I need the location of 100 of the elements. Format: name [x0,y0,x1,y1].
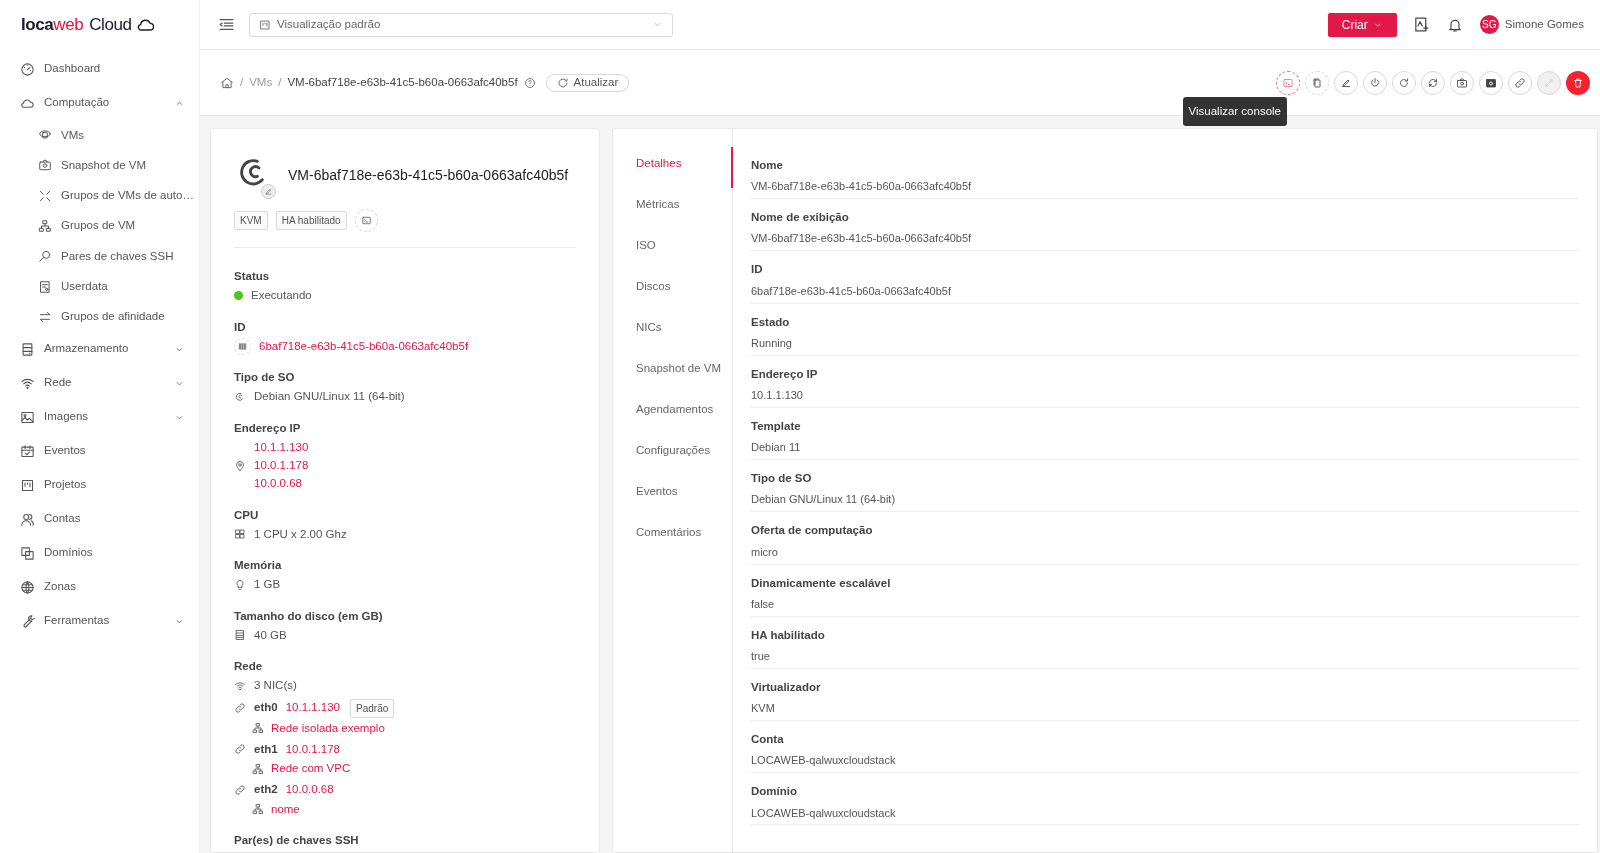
detail-label: Endereço IP [751,366,819,382]
detail-value: VM-6baf718e-e63b-41c5-b60a-0663afc40b5f [751,179,973,195]
detail-value: VM-6baf718e-e63b-41c5-b60a-0663afc40b5f [751,231,973,247]
terminal-icon [1282,76,1294,89]
detail-label: Nome de exibição [751,210,850,226]
bulb-icon [234,578,246,591]
sidebar-subitem[interactable]: Grupos de VM [0,210,199,242]
swap-arrows-icon [38,309,52,324]
sidebar-subitem[interactable]: Grupos de afinidade [0,301,199,333]
detail-value: LOCAWEB-qalwuxcloudstack [751,805,897,821]
tab[interactable]: Detalhes [613,147,733,188]
wifi-icon [234,679,246,692]
field-value: 1 GB [254,577,281,593]
sidebar-item[interactable]: Computação [0,86,199,120]
detail-label: Conta [751,732,785,748]
view-select[interactable]: Visualização padrão [249,12,673,37]
gauge-icon [20,61,35,77]
tab[interactable]: ISO [613,229,733,270]
sidebar-item[interactable]: Eventos [0,434,199,469]
sidebar-item[interactable]: Ferramentas [0,604,199,639]
sidebar-subitem[interactable]: Grupos de VMs de auto… [0,180,199,211]
user-name[interactable]: Simone Gomes [1504,15,1584,34]
menu-collapse-icon[interactable] [218,16,235,33]
field-value: 3 NIC(s) [254,678,297,694]
sidebar-item[interactable]: Contas [0,502,199,537]
field-label: Memória [234,558,283,573]
grid-icon [234,528,246,541]
field-value: 40 GB [254,627,287,643]
calendar-icon [20,443,35,459]
sidebar-subitem[interactable]: VMs [0,120,199,151]
detail-label: Oferta de computação [751,523,874,539]
detail-value: 6baf718e-e63b-41c5-b60a-0663afc40b5f [751,283,952,299]
sidebar-item[interactable]: Domínios [0,536,199,571]
hierarchy-icon [252,722,264,735]
breadcrumb-separator: / [240,74,244,90]
ip-link[interactable]: 10.0.1.178 [254,457,309,475]
id-link[interactable]: 6baf718e-e63b-41c5-b60a-0663afc40b5f [259,337,469,355]
detail-value: Debian GNU/Linux 11 (64-bit) [751,492,897,508]
sidebar-item[interactable]: Projetos [0,468,199,503]
sidebar-item[interactable]: Imagens [0,400,199,435]
field-label: Rede [234,659,264,674]
detail-value: KVM [751,701,776,717]
detail-label: ID [751,262,764,278]
reload-icon [1398,76,1410,89]
tab[interactable]: Configurações [613,434,733,475]
logo-text: loca [21,14,54,37]
tab[interactable]: Comentários [613,516,733,557]
field-label: CPU [234,507,260,523]
sidebar-item[interactable]: Zonas [0,570,199,605]
logo-text: web [53,14,84,37]
detail-label: Tipo de SO [751,471,813,487]
ip-link[interactable]: 10.1.1.130 [285,699,340,717]
ip-link[interactable]: 10.0.1.178 [285,740,340,758]
tab[interactable]: Métricas [613,188,733,229]
tab[interactable]: Eventos [613,475,733,516]
network-link[interactable]: Rede isolada exemplo [271,719,385,737]
tag: Padrão [350,698,395,718]
overlapping-squares-icon [20,545,35,561]
detail-value: micro [751,544,779,560]
tab[interactable]: Discos [613,270,733,311]
detail-value: Running [751,335,793,351]
copy-icon [1311,76,1323,89]
detail-value: true [751,648,771,664]
nic-name: eth1 [254,741,278,757]
nic-name: eth2 [254,782,278,798]
field-label: ID [234,319,247,335]
help-icon [523,76,536,89]
home-icon[interactable] [220,75,234,90]
tab[interactable]: Snapshot de VM [613,352,733,393]
ip-link[interactable]: 10.1.1.130 [254,438,309,456]
expand-arrows-icon [38,188,52,203]
field-value: Debian GNU/Linux 11 (64-bit) [254,389,405,405]
vm-name: VM-6baf718e-e63b-41c5-b60a-0663afc40b5f [288,165,569,185]
hierarchy-icon [252,803,264,816]
create-button[interactable]: Criar [1327,12,1397,37]
sidebar-subitem[interactable]: Snapshot de VM [0,150,199,181]
sidebar-item[interactable]: Armazenamento [0,332,199,367]
edit-icon-button[interactable] [261,184,276,199]
document-user-icon [38,279,52,294]
ip-link[interactable]: 10.0.0.68 [285,781,334,799]
user-avatar[interactable]: SG [1479,15,1499,34]
network-link[interactable]: nome [271,800,300,818]
sidebar-item[interactable]: Dashboard [0,52,199,86]
globe-icon [20,579,35,595]
hierarchy-icon [38,219,52,234]
tab[interactable]: NICs [613,311,733,352]
trash-button[interactable] [1566,70,1590,95]
search-icon [38,249,52,264]
network-link[interactable]: Rede com VPC [271,760,351,778]
ip-link[interactable]: 10.0.0.68 [254,475,309,493]
detail-label: Domínio [751,784,798,800]
sidebar-subitem[interactable]: Userdata [0,271,199,302]
sidebar-subitem[interactable]: Pares de chaves SSH [0,241,199,272]
tag: KVM [234,211,268,230]
tab[interactable]: Agendamentos [613,393,733,434]
sidebar-item[interactable]: Rede [0,366,199,401]
detail-label: Nome [751,158,784,173]
image-icon [20,409,35,425]
board-icon [259,18,271,31]
breadcrumb-separator: / [278,74,282,90]
